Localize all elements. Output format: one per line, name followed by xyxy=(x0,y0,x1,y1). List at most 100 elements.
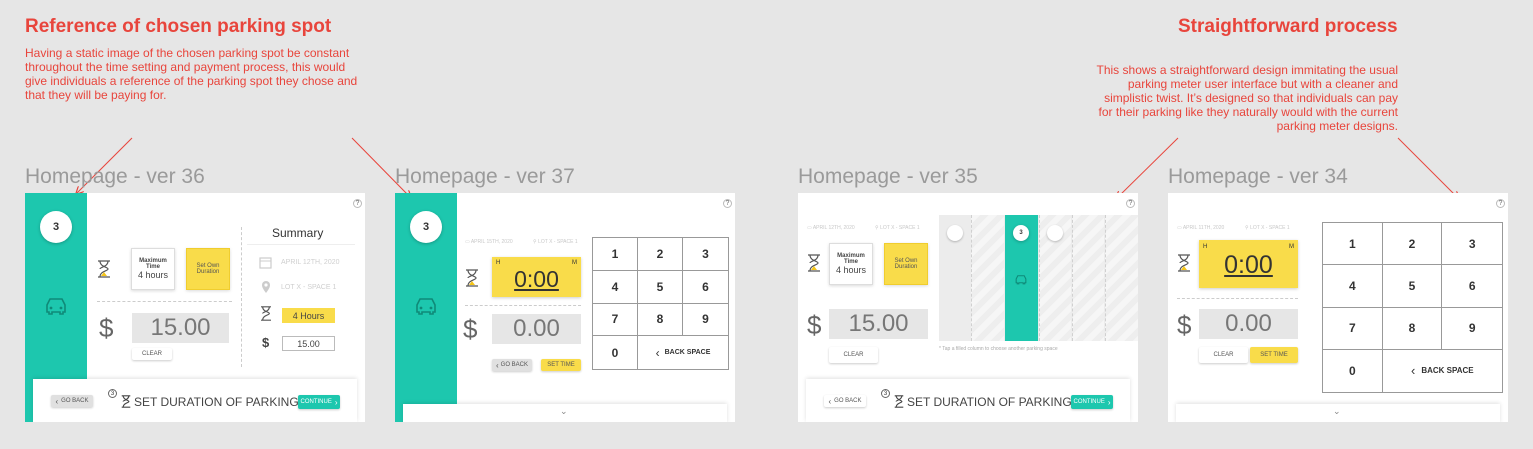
lot-value: LOT X - SPACE 1 xyxy=(1250,225,1290,231)
time-value: 0:00 xyxy=(1224,251,1273,279)
key-6[interactable]: 6 xyxy=(1442,265,1502,308)
minutes-label: M xyxy=(1289,244,1294,250)
selected-parking-column[interactable]: 3 xyxy=(1005,215,1038,341)
frame-v35: ? ▭ APRIL 12TH, 2020 ⚲ LOT X - SPACE 1 M… xyxy=(798,193,1138,422)
go-back-button[interactable]: ‹ GO BACK xyxy=(492,359,532,371)
key-9[interactable]: 9 xyxy=(1442,308,1502,350)
key-7[interactable]: 7 xyxy=(593,303,638,337)
lot-text: ⚲ LOT X - SPACE 1 xyxy=(1245,225,1290,231)
max-time-card[interactable]: Maximum Time 4 hours xyxy=(829,243,873,285)
help-button[interactable]: ? xyxy=(1126,199,1135,208)
key-6[interactable]: 6 xyxy=(683,271,728,304)
help-button[interactable]: ? xyxy=(723,199,732,208)
frame-label-v37: Homepage - ver 37 xyxy=(395,165,575,188)
chevron-left-icon: ‹ xyxy=(495,360,499,370)
car-icon xyxy=(1014,272,1028,290)
frame-label-v34: Homepage - ver 34 xyxy=(1168,165,1348,188)
step-indicator: 3 xyxy=(1013,225,1029,241)
time-input[interactable]: H M 0:00 xyxy=(492,257,581,297)
footer-bar: ‹ GO BACK 3 SET DURATION OF PARKING CONTI… xyxy=(806,379,1130,422)
chevron-down-icon[interactable]: ⌄ xyxy=(1333,406,1341,417)
date-value: APRIL 11TH, 2020 xyxy=(1182,225,1225,231)
key-7[interactable]: 7 xyxy=(1323,307,1383,350)
backspace-key[interactable]: ‹ BACK SPACE xyxy=(638,336,728,369)
key-4[interactable]: 4 xyxy=(1323,265,1383,308)
amount-display: 0.00 xyxy=(492,314,581,344)
max-time-label: Maximum Time xyxy=(837,253,865,265)
continue-button[interactable]: CONTINUE › xyxy=(298,395,340,409)
amount-display: 15.00 xyxy=(132,313,229,343)
summary-title: Summary xyxy=(272,226,324,240)
set-own-duration-label: Set Own Duration xyxy=(196,263,220,275)
key-2[interactable]: 2 xyxy=(1382,223,1443,266)
continue-label: CONTINUE xyxy=(300,399,332,405)
hours-label: H xyxy=(1203,244,1208,250)
clear-button[interactable]: CLEAR xyxy=(829,347,878,363)
set-own-duration-card[interactable]: Set Own Duration xyxy=(884,243,928,285)
summary-divider xyxy=(241,227,242,367)
key-8[interactable]: 8 xyxy=(638,303,683,337)
set-time-button[interactable]: SET TIME xyxy=(1250,347,1298,363)
key-5[interactable]: 5 xyxy=(1382,265,1443,308)
max-time-value: 4 hours xyxy=(137,270,169,280)
go-back-button[interactable]: ‹ GO BACK xyxy=(824,395,866,407)
date-text: ▭ APRIL 15TH, 2020 xyxy=(465,239,513,245)
continue-button[interactable]: CONTINUE › xyxy=(1071,395,1113,409)
max-time-card[interactable]: Maximum Time 4 hours xyxy=(131,248,175,290)
go-back-label: GO BACK xyxy=(834,398,862,404)
hourglass-icon xyxy=(260,306,272,326)
column-marker xyxy=(1047,225,1063,241)
date-value: APRIL 12TH, 2020 xyxy=(812,225,855,231)
currency-symbol: $ xyxy=(99,313,114,343)
currency-symbol: $ xyxy=(463,314,478,344)
chevron-down-icon[interactable]: ⌄ xyxy=(560,406,568,417)
key-3[interactable]: 3 xyxy=(1442,223,1502,266)
backspace-key[interactable]: ‹ BACK SPACE xyxy=(1383,350,1502,392)
frame-label-v35: Homepage - ver 35 xyxy=(798,165,978,188)
frame-v34: ? ▭ APRIL 11TH, 2020 ⚲ LOT X - SPACE 1 H… xyxy=(1168,193,1508,422)
lot-value: LOT X - SPACE 1 xyxy=(538,239,578,245)
help-button[interactable]: ? xyxy=(1496,199,1505,208)
hourglass-icon xyxy=(1177,254,1191,277)
footer-bar: ⌄ xyxy=(1176,404,1500,422)
arrow-to-v34 xyxy=(1397,137,1458,198)
parking-column[interactable] xyxy=(1105,215,1138,341)
footer-title: SET DURATION OF PARKING xyxy=(907,395,1072,409)
set-time-button[interactable]: SET TIME xyxy=(541,359,581,371)
frame-v36: 3 ? Maximum Time 4 hours Set Own Duratio… xyxy=(25,193,365,422)
backspace-label: BACK SPACE xyxy=(1421,366,1474,376)
hourglass-icon xyxy=(97,260,111,283)
parking-column[interactable] xyxy=(971,215,1004,341)
key-0[interactable]: 0 xyxy=(1323,349,1383,392)
parking-column[interactable] xyxy=(1072,215,1104,341)
continue-label: CONTINUE xyxy=(1073,399,1105,405)
divider xyxy=(1177,298,1298,299)
key-2[interactable]: 2 xyxy=(638,238,683,271)
key-9[interactable]: 9 xyxy=(683,304,728,337)
summary-lot: LOT X - SPACE 1 xyxy=(281,284,337,291)
set-own-duration-card[interactable]: Set Own Duration xyxy=(186,248,230,290)
key-0[interactable]: 0 xyxy=(593,336,638,369)
time-input[interactable]: H M 0:00 xyxy=(1199,240,1298,288)
calendar-icon xyxy=(259,256,272,274)
amount-display: 15.00 xyxy=(829,309,928,339)
max-time-value: 4 hours xyxy=(835,265,867,275)
go-back-button[interactable]: ‹ GO BACK xyxy=(51,395,93,407)
help-button[interactable]: ? xyxy=(353,199,362,208)
clear-button[interactable]: CLEAR xyxy=(132,348,172,360)
clear-button[interactable]: CLEAR xyxy=(1199,347,1248,363)
chevron-left-icon: ‹ xyxy=(655,345,660,360)
key-1[interactable]: 1 xyxy=(1323,223,1383,266)
footer-step-number: 3 xyxy=(881,389,890,398)
frame-v37: 3 ? ▭ APRIL 15TH, 2020 ⚲ LOT X - SPACE 1… xyxy=(395,193,735,422)
key-8[interactable]: 8 xyxy=(1382,307,1443,350)
location-pin-icon xyxy=(261,280,271,299)
car-icon xyxy=(43,296,69,321)
step-indicator: 3 xyxy=(40,211,72,243)
key-5[interactable]: 5 xyxy=(638,270,683,304)
key-4[interactable]: 4 xyxy=(593,270,638,304)
key-3[interactable]: 3 xyxy=(683,238,728,271)
max-time-label: Maximum Time xyxy=(139,258,167,270)
summary-hours: 4 Hours xyxy=(282,308,335,323)
key-1[interactable]: 1 xyxy=(593,238,638,271)
